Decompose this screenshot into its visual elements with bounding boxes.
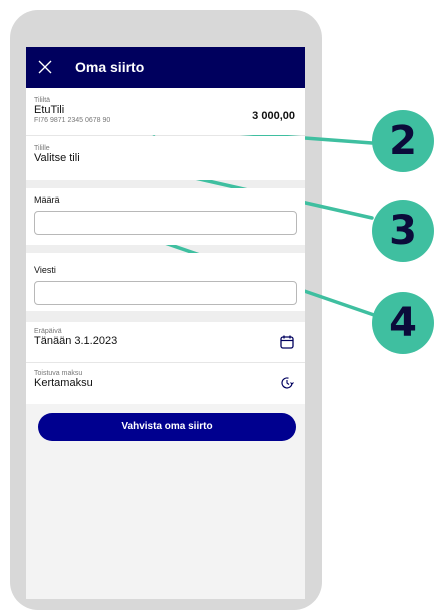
- section-gap: [26, 245, 305, 253]
- amount-input[interactable]: [34, 211, 297, 235]
- amount-section: Määrä: [26, 188, 305, 245]
- to-account-value: Valitse tili: [34, 152, 80, 164]
- message-label: Viesti: [34, 265, 56, 275]
- section-gap: [26, 180, 305, 188]
- due-date-value: Tänään 3.1.2023: [34, 335, 118, 347]
- message-input[interactable]: [34, 281, 297, 305]
- recurring-label: Toistuva maksu: [34, 370, 83, 377]
- callout-badge-2: 2: [372, 110, 434, 172]
- confirm-transfer-button[interactable]: Vahvista oma siirto: [38, 413, 296, 441]
- page-title: Oma siirto: [75, 59, 145, 75]
- section-gap: [26, 311, 305, 322]
- recurring-value: Kertamaksu: [34, 377, 93, 389]
- from-account-label: Tililtä: [34, 97, 51, 104]
- to-account-row[interactable]: Tilille Valitse tili: [26, 136, 305, 180]
- from-account-row[interactable]: Tililtä EtuTili FI76 9871 2345 0678 90 3…: [26, 88, 305, 135]
- close-icon[interactable]: [37, 59, 53, 75]
- app-screen: Oma siirto Tililtä EtuTili FI76 9871 234…: [26, 47, 305, 599]
- to-account-label: Tilille: [34, 145, 50, 152]
- callout-badge-4: 4: [372, 292, 434, 354]
- from-account-balance: 3 000,00: [252, 110, 295, 122]
- recurring-clock-icon[interactable]: [279, 375, 295, 391]
- recurring-row[interactable]: Toistuva maksu Kertamaksu: [26, 363, 305, 404]
- amount-label: Määrä: [34, 195, 60, 205]
- callout-badge-3: 3: [372, 200, 434, 262]
- due-date-row[interactable]: Eräpäivä Tänään 3.1.2023: [26, 322, 305, 362]
- header-bar: Oma siirto: [26, 47, 305, 88]
- calendar-icon[interactable]: [279, 334, 295, 350]
- due-date-label: Eräpäivä: [34, 328, 62, 335]
- message-section: Viesti: [26, 253, 305, 311]
